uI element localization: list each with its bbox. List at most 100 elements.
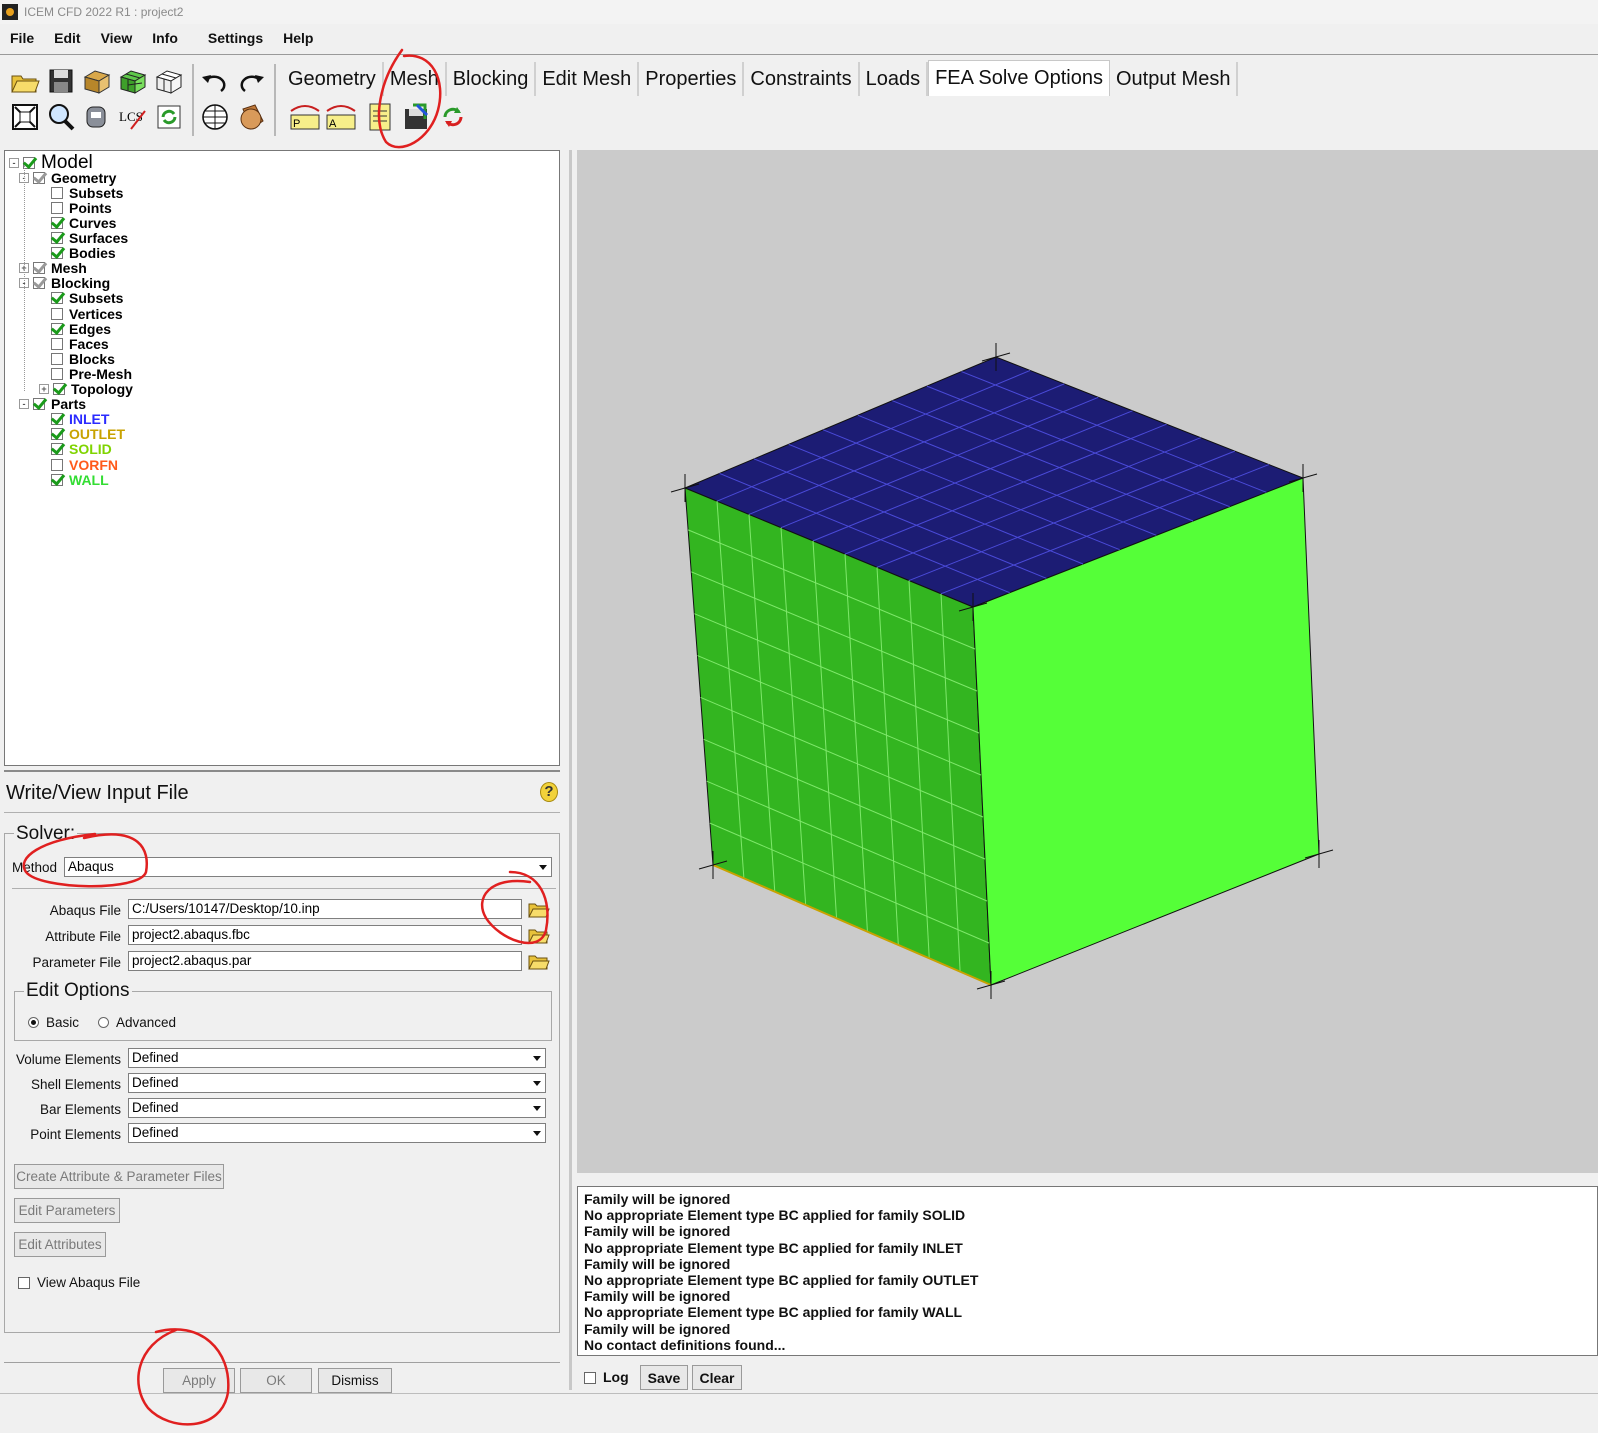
tree-checkbox[interactable] xyxy=(51,247,63,260)
tree-checkbox[interactable] xyxy=(51,322,63,335)
tree-checkbox[interactable] xyxy=(51,186,63,199)
tab-loads[interactable]: Loads xyxy=(860,62,929,96)
tree-item-outlet[interactable]: OUTLET xyxy=(39,426,125,442)
tree-item-pre-mesh[interactable]: Pre-Mesh xyxy=(39,366,132,382)
tree-checkbox[interactable] xyxy=(51,216,63,229)
menu-help[interactable]: Help xyxy=(283,30,313,46)
save-icon[interactable] xyxy=(44,64,78,98)
tree-checkbox[interactable] xyxy=(33,262,45,275)
refresh-icon[interactable] xyxy=(152,100,186,134)
expand-icon[interactable]: + xyxy=(39,384,49,394)
tree-item-edges[interactable]: Edges xyxy=(39,321,111,337)
solid-shaded-icon[interactable] xyxy=(234,100,268,134)
run-solver-icon[interactable] xyxy=(436,100,470,134)
tab-fea-solve-options[interactable]: FEA Solve Options xyxy=(928,60,1110,96)
tree-checkbox[interactable] xyxy=(51,413,63,426)
menu-edit[interactable]: Edit xyxy=(54,30,80,46)
menu-info[interactable]: Info xyxy=(152,30,178,46)
tree-item-mesh[interactable]: + Mesh xyxy=(19,260,87,276)
open-geometry-icon[interactable] xyxy=(80,64,114,98)
pane-splitter[interactable] xyxy=(569,150,572,1390)
collapse-icon[interactable]: - xyxy=(9,157,19,168)
collapse-icon[interactable]: - xyxy=(19,399,29,410)
tree-checkbox[interactable] xyxy=(51,458,63,471)
ok-button[interactable]: OK xyxy=(240,1368,312,1393)
abaqus-file-field[interactable]: C:/Users/10147/Desktop/10.inp xyxy=(128,899,522,919)
tree-checkbox[interactable] xyxy=(51,201,63,214)
tree-checkbox[interactable] xyxy=(51,337,63,350)
save-log-button[interactable]: Save xyxy=(640,1365,688,1390)
tree-checkbox[interactable] xyxy=(53,383,65,395)
tree-item-subsets[interactable]: Subsets xyxy=(39,185,123,201)
browse-abaqus-file-icon[interactable] xyxy=(528,900,550,918)
fea-area-load-icon[interactable]: A xyxy=(324,100,358,134)
undo-icon[interactable] xyxy=(198,64,232,98)
basic-radio[interactable] xyxy=(28,1017,39,1028)
open-mesh-icon[interactable] xyxy=(116,64,150,98)
tab-output-mesh[interactable]: Output Mesh xyxy=(1110,62,1239,96)
clear-log-button[interactable]: Clear xyxy=(692,1365,742,1390)
menu-file[interactable]: File xyxy=(10,30,34,46)
attribute-file-field[interactable]: project2.abaqus.fbc xyxy=(128,925,522,945)
tree-item-blocks[interactable]: Blocks xyxy=(39,351,115,367)
browse-attribute-file-icon[interactable] xyxy=(528,926,550,944)
open-blocking-icon[interactable] xyxy=(152,64,186,98)
tree-item-vorfn[interactable]: VORFN xyxy=(39,457,118,473)
write-input-file-icon[interactable] xyxy=(400,100,434,134)
tree-checkbox[interactable] xyxy=(51,443,63,456)
edit-attributes-button[interactable]: Edit Attributes xyxy=(14,1232,106,1257)
fea-options-icon[interactable] xyxy=(366,100,400,134)
tree-checkbox[interactable] xyxy=(51,232,63,244)
bar-elements-dropdown[interactable]: Defined xyxy=(128,1098,546,1118)
tree-checkbox[interactable] xyxy=(51,428,63,441)
tree-checkbox[interactable] xyxy=(33,277,45,290)
log-checkbox[interactable] xyxy=(584,1372,596,1384)
tab-properties[interactable]: Properties xyxy=(639,62,745,96)
tree-item-surfaces[interactable]: Surfaces xyxy=(39,230,128,246)
tree-checkbox[interactable] xyxy=(51,292,63,305)
tab-blocking[interactable]: Blocking xyxy=(447,62,537,96)
tree-item-subsets[interactable]: Subsets xyxy=(39,290,123,306)
tree-item-parts[interactable]: - Parts xyxy=(19,396,86,412)
tree-item-inlet[interactable]: INLET xyxy=(39,411,109,427)
method-dropdown[interactable]: Abaqus xyxy=(64,857,552,877)
open-icon[interactable] xyxy=(8,64,42,98)
tab-mesh[interactable]: Mesh xyxy=(384,62,447,96)
edit-parameters-button[interactable]: Edit Parameters xyxy=(14,1198,120,1223)
tree-checkbox[interactable] xyxy=(51,307,63,320)
shell-elements-dropdown[interactable]: Defined xyxy=(128,1073,546,1093)
tree-checkbox[interactable] xyxy=(33,171,45,184)
zoom-box-icon[interactable] xyxy=(44,100,78,134)
tree-item-geometry[interactable]: - Geometry xyxy=(19,170,116,186)
graphics-viewport[interactable] xyxy=(577,150,1598,1173)
tree-checkbox[interactable] xyxy=(51,473,63,486)
apply-button[interactable]: Apply xyxy=(163,1368,235,1393)
view-abaqus-file-checkbox[interactable] xyxy=(18,1277,30,1289)
tab-geometry[interactable]: Geometry xyxy=(282,62,384,96)
chevron-down-icon[interactable] xyxy=(529,1049,545,1067)
fit-window-icon[interactable] xyxy=(8,100,42,134)
tree-item-blocking[interactable]: - Blocking xyxy=(19,275,110,291)
tree-item-bodies[interactable]: Bodies xyxy=(39,245,116,261)
tab-edit-mesh[interactable]: Edit Mesh xyxy=(536,62,640,96)
tree-item-curves[interactable]: Curves xyxy=(39,215,116,231)
local-coordinate-icon[interactable]: LCS xyxy=(116,100,150,134)
measure-icon[interactable] xyxy=(80,100,114,134)
chevron-down-icon[interactable] xyxy=(535,858,551,876)
advanced-radio[interactable] xyxy=(98,1017,109,1028)
tree-item-vertices[interactable]: Vertices xyxy=(39,306,123,322)
menu-view[interactable]: View xyxy=(101,30,133,46)
menu-settings[interactable]: Settings xyxy=(208,30,263,46)
chevron-down-icon[interactable] xyxy=(529,1074,545,1092)
dismiss-button[interactable]: Dismiss xyxy=(318,1368,392,1393)
tree-checkbox[interactable] xyxy=(33,398,45,411)
parameter-file-field[interactable]: project2.abaqus.par xyxy=(128,951,522,971)
chevron-down-icon[interactable] xyxy=(529,1099,545,1117)
tree-item-topology[interactable]: + Topology xyxy=(39,381,133,397)
tree-item-solid[interactable]: SOLID xyxy=(39,441,112,457)
redo-icon[interactable] xyxy=(234,64,268,98)
tree-item-model[interactable]: - Model xyxy=(9,152,93,173)
fea-point-load-icon[interactable]: P xyxy=(288,100,322,134)
tree-item-points[interactable]: Points xyxy=(39,200,112,216)
wireframe-icon[interactable] xyxy=(198,100,232,134)
